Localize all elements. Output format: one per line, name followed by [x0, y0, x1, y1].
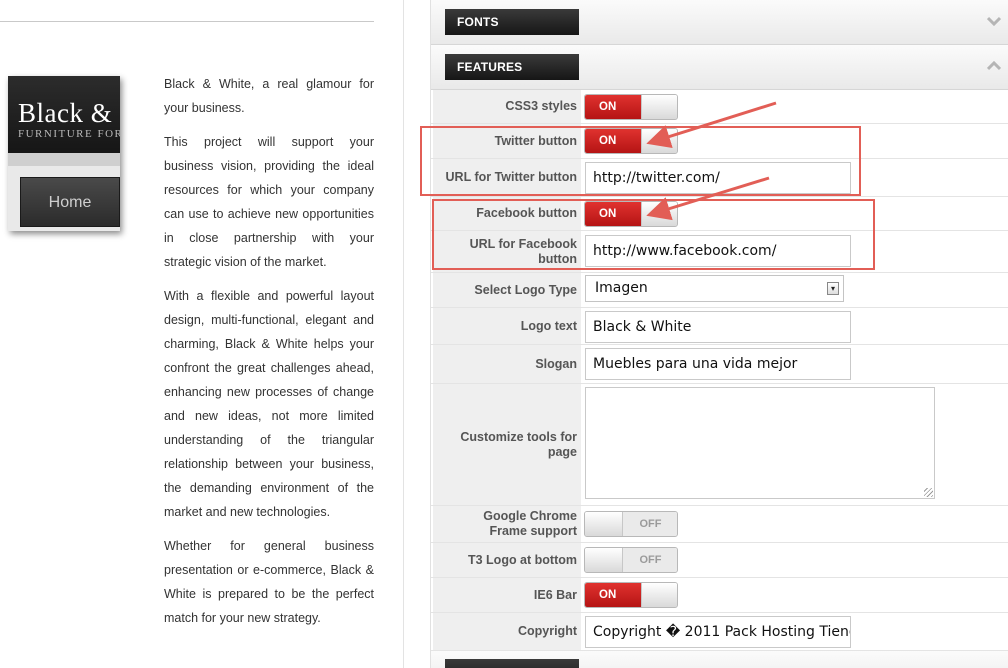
toggle-knob[interactable] — [641, 583, 677, 607]
facebook-toggle[interactable]: ON — [584, 201, 678, 227]
setting-row-css3: CSS3 styles ON — [431, 90, 1008, 124]
setting-row-customize: Customize tools for page — [431, 384, 1008, 506]
t3-logo-toggle[interactable]: OFF — [584, 547, 678, 573]
setting-row-copyright: Copyright Copyright � 2011 Pack Hosting … — [431, 613, 1008, 651]
twitter-url-input[interactable]: http://twitter.com/ — [585, 162, 851, 194]
setting-row-twitter-url: URL for Twitter button http://twitter.co… — [431, 159, 1008, 197]
setting-row-logo-type: Select Logo Type Imagen ▾ — [431, 273, 1008, 308]
template-thumbnail[interactable]: Black & FURNITURE FOR Home — [8, 76, 120, 231]
description-paragraph: This project will support your business … — [164, 135, 374, 269]
setting-label: Facebook button — [476, 206, 577, 220]
logo-text-input[interactable]: Black & White — [585, 311, 851, 343]
copyright-input[interactable]: Copyright � 2011 Pack Hosting Tiend — [585, 616, 851, 648]
customize-textarea[interactable] — [585, 387, 935, 499]
logo-type-select[interactable]: Imagen ▾ — [585, 275, 844, 302]
toggle-off-label: OFF — [623, 548, 677, 572]
description-paragraph: Whether for general business presentatio… — [164, 539, 374, 625]
template-description: Black & White, a real glamour for your b… — [164, 72, 374, 640]
thumbnail-logo: Black & — [18, 98, 113, 128]
setting-label: Slogan — [535, 356, 577, 371]
setting-label: Customize tools for page — [460, 429, 577, 459]
thumbnail-slogan: FURNITURE FOR — [18, 128, 120, 140]
chrome-frame-toggle[interactable]: OFF — [584, 511, 678, 537]
setting-label: T3 Logo at bottom — [467, 552, 577, 567]
divider — [0, 21, 374, 22]
select-arrow-icon[interactable]: ▾ — [827, 282, 839, 295]
toggle-on-label: ON — [585, 583, 641, 607]
section-label-next — [445, 659, 579, 668]
setting-label: URL for Facebook button — [469, 236, 577, 266]
section-header-next[interactable] — [431, 651, 1008, 668]
toggle-knob[interactable] — [641, 95, 677, 119]
toggle-knob[interactable] — [641, 202, 677, 226]
setting-label: URL for Twitter button — [445, 170, 577, 184]
setting-label: Logo text — [520, 318, 577, 333]
thumbnail-band — [8, 153, 120, 166]
setting-label: Google Chrome Frame support — [483, 509, 577, 538]
ie6-toggle[interactable]: ON — [584, 582, 678, 608]
toggle-knob[interactable] — [641, 129, 677, 153]
toggle-knob[interactable] — [585, 512, 623, 536]
toggle-on-label: ON — [585, 129, 641, 153]
settings-panel: FONTS FEATURES CSS3 styles ON Twitter bu… — [430, 0, 1008, 668]
toggle-knob[interactable] — [585, 548, 623, 572]
select-value: Imagen — [595, 280, 648, 296]
section-label-fonts: FONTS — [445, 9, 579, 35]
facebook-url-input[interactable]: http://www.facebook.com/ — [585, 235, 851, 267]
section-header-fonts[interactable]: FONTS — [431, 0, 1008, 45]
setting-row-slogan: Slogan Muebles para una vida mejor — [431, 345, 1008, 384]
setting-row-ie6: IE6 Bar ON — [431, 578, 1008, 613]
setting-row-facebook-url: URL for Facebook button http://www.faceb… — [431, 231, 1008, 273]
description-paragraph: With a flexible and powerful layout desi… — [164, 289, 374, 519]
resize-grip-icon[interactable] — [924, 488, 933, 497]
setting-label: Select Logo Type — [474, 282, 577, 297]
setting-label: Copyright — [517, 624, 577, 638]
setting-label: Twitter button — [494, 133, 577, 148]
css3-toggle[interactable]: ON — [584, 94, 678, 120]
toggle-on-label: ON — [585, 202, 641, 226]
thumbnail-home-button: Home — [20, 177, 120, 227]
slogan-input[interactable]: Muebles para una vida mejor — [585, 348, 851, 380]
section-label-features: FEATURES — [445, 54, 579, 80]
setting-row-t3-logo: T3 Logo at bottom OFF — [431, 543, 1008, 578]
setting-row-chrome-frame: Google Chrome Frame support OFF — [431, 506, 1008, 543]
setting-label: IE6 Bar — [533, 587, 577, 602]
toggle-off-label: OFF — [623, 512, 677, 536]
chevron-up-icon[interactable] — [986, 58, 1002, 74]
template-preview-panel: Black & FURNITURE FOR Home Black & White… — [0, 0, 404, 668]
thumbnail-header: Black & FURNITURE FOR — [8, 76, 120, 153]
setting-row-twitter: Twitter button ON — [431, 124, 1008, 159]
section-header-features[interactable]: FEATURES — [431, 45, 1008, 90]
toggle-on-label: ON — [585, 95, 641, 119]
chevron-down-icon[interactable] — [986, 13, 1002, 29]
setting-label: CSS3 styles — [505, 99, 577, 113]
twitter-toggle[interactable]: ON — [584, 128, 678, 154]
setting-row-logo-text: Logo text Black & White — [431, 308, 1008, 345]
setting-row-facebook: Facebook button ON — [431, 197, 1008, 231]
description-paragraph: Black & White, a real glamour for your b… — [164, 77, 374, 115]
